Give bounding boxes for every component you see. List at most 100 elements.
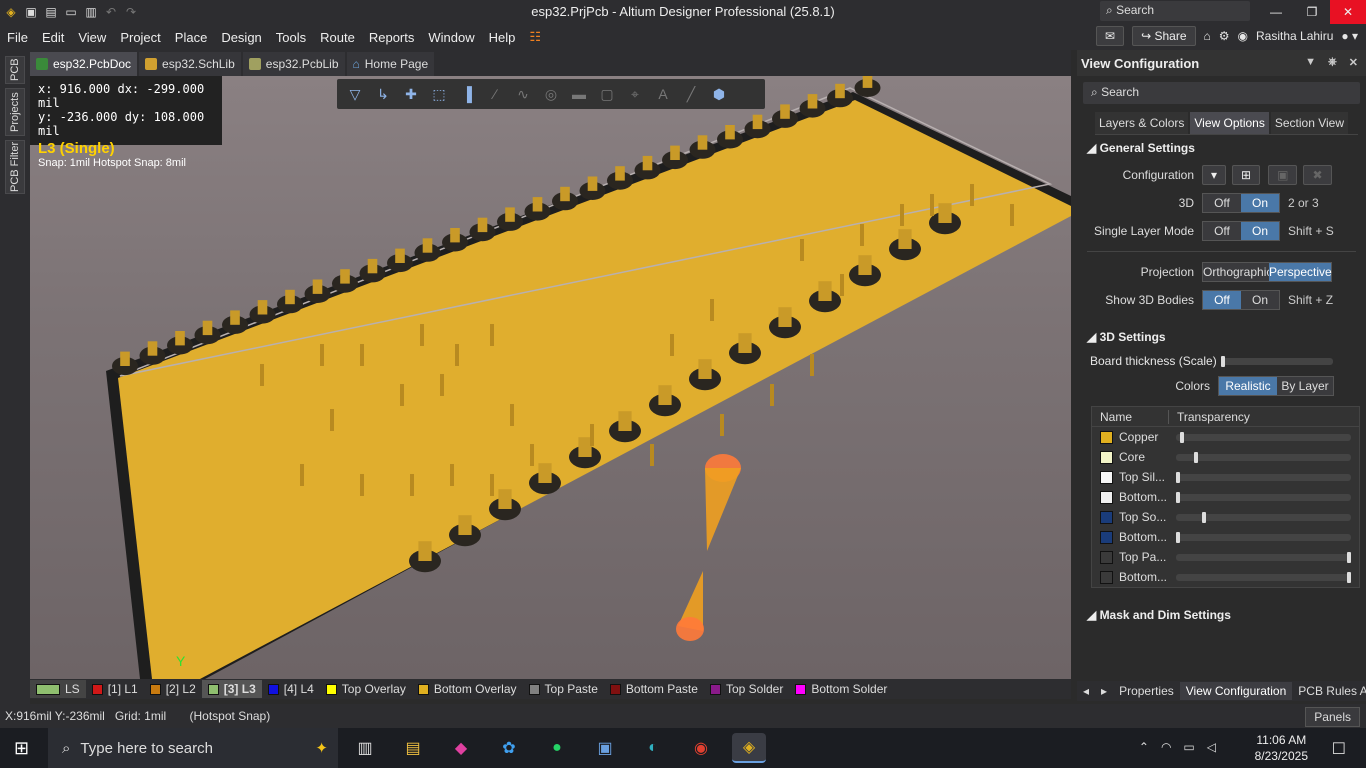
- layer-tab-5[interactable]: Top Overlay: [320, 680, 412, 698]
- taskbar-search-input[interactable]: ⌕ Type here to search ✦: [48, 728, 338, 768]
- crosshair-icon[interactable]: ✚: [399, 83, 423, 105]
- via-icon[interactable]: ◎: [539, 83, 563, 105]
- align-icon[interactable]: ▐: [455, 83, 479, 105]
- mask-dim-header[interactable]: ◢ Mask and Dim Settings: [1077, 602, 1366, 628]
- save-configuration-icon[interactable]: ▣: [1268, 165, 1298, 185]
- global-search-input[interactable]: ⌕ Search: [1100, 1, 1250, 21]
- open-folder-icon[interactable]: ▭: [64, 5, 78, 19]
- scroll-left-icon[interactable]: ◂: [1077, 682, 1095, 700]
- doc-tab-pcbdoc[interactable]: esp32.PcbDoc: [30, 52, 138, 76]
- transparency-slider[interactable]: [1176, 471, 1351, 483]
- doc-tab-home[interactable]: ⌂ Home Page: [346, 52, 435, 76]
- menu-design[interactable]: Design: [214, 30, 268, 45]
- layer-color-swatch[interactable]: [1100, 450, 1113, 464]
- slider-thumb[interactable]: [1176, 531, 1180, 543]
- side-tab-pcb-filter[interactable]: PCB Filter: [5, 140, 25, 194]
- layout-icon[interactable]: ☷: [522, 29, 548, 45]
- footer-tab-properties[interactable]: Properties: [1113, 682, 1180, 700]
- menu-edit[interactable]: Edit: [35, 30, 71, 45]
- layer-tab-10[interactable]: Bottom Solder: [789, 680, 893, 698]
- control-panel-icon[interactable]: ▣: [588, 733, 622, 763]
- single-layer-on[interactable]: On: [1241, 222, 1279, 240]
- fill-icon[interactable]: ▬: [567, 83, 591, 105]
- col-name[interactable]: Name: [1092, 410, 1168, 424]
- configuration-dropdown[interactable]: ▾: [1202, 165, 1227, 185]
- polygon-icon[interactable]: ▢: [595, 83, 619, 105]
- slider-thumb[interactable]: [1347, 551, 1351, 563]
- layer-color-swatch[interactable]: [1100, 510, 1113, 524]
- layer-tab-1[interactable]: [1] L1: [86, 680, 144, 698]
- slider-thumb[interactable]: [1179, 431, 1184, 443]
- arc-icon[interactable]: ∿: [511, 83, 535, 105]
- show-3d-on[interactable]: On: [1241, 291, 1279, 309]
- slider-thumb[interactable]: [1347, 571, 1351, 583]
- transparency-slider[interactable]: [1176, 551, 1351, 563]
- footer-tab-view-configuration[interactable]: View Configuration: [1179, 682, 1293, 700]
- select-rectangle-icon[interactable]: ⬚: [427, 83, 451, 105]
- general-settings-header[interactable]: ◢ General Settings: [1077, 135, 1366, 161]
- pin-icon[interactable]: ⎈: [1328, 56, 1337, 69]
- share-button[interactable]: ↪ Share: [1132, 26, 1196, 46]
- layer-tab-0[interactable]: LS: [30, 680, 86, 698]
- microsoft365-icon[interactable]: ◆: [444, 733, 478, 763]
- volume-icon[interactable]: ◁: [1207, 740, 1216, 754]
- network-icon[interactable]: ◠: [1161, 740, 1171, 754]
- layer-tab-6[interactable]: Bottom Overlay: [412, 680, 523, 698]
- colors-realistic[interactable]: Realistic: [1219, 377, 1277, 395]
- layer-tab-3[interactable]: [3] L3: [201, 680, 262, 698]
- chevron-up-icon[interactable]: ⌃: [1139, 740, 1149, 754]
- notification-center-icon[interactable]: ☐: [1332, 739, 1346, 759]
- 3d-body-icon[interactable]: ⬢: [707, 83, 731, 105]
- layer-color-swatch[interactable]: [1100, 550, 1113, 564]
- projection-orthographic[interactable]: Orthographic: [1203, 263, 1269, 281]
- task-view-icon[interactable]: ▥: [348, 733, 382, 763]
- track-icon[interactable]: ∕: [483, 83, 507, 105]
- whatsapp-icon[interactable]: ●: [540, 733, 574, 763]
- menu-file[interactable]: File: [0, 30, 35, 45]
- menu-project[interactable]: Project: [113, 30, 167, 45]
- altium-taskbar-icon[interactable]: ◈: [732, 733, 766, 763]
- clock[interactable]: 11:06 AM 8/23/2025: [1255, 732, 1308, 764]
- menu-place[interactable]: Place: [168, 30, 215, 45]
- redo-icon[interactable]: ↷: [124, 5, 138, 19]
- windows-start-icon[interactable]: ⊞: [14, 738, 29, 759]
- close-panel-icon[interactable]: ✕: [1349, 56, 1358, 69]
- side-tab-projects[interactable]: Projects: [5, 88, 25, 136]
- table-row[interactable]: Copper: [1092, 427, 1359, 447]
- col-transparency[interactable]: Transparency: [1168, 409, 1359, 424]
- projection-toggle[interactable]: Orthographic Perspective: [1202, 262, 1332, 282]
- minimize-button[interactable]: —: [1258, 0, 1294, 24]
- table-row[interactable]: Top So...: [1092, 507, 1359, 527]
- table-row[interactable]: Bottom...: [1092, 487, 1359, 507]
- table-row[interactable]: Core: [1092, 447, 1359, 467]
- menu-tools[interactable]: Tools: [269, 30, 313, 45]
- layer-tab-7[interactable]: Top Paste: [523, 680, 604, 698]
- menu-help[interactable]: Help: [482, 30, 523, 45]
- gear-icon[interactable]: ⚙: [1219, 29, 1230, 43]
- slider-thumb[interactable]: [1202, 511, 1207, 523]
- layer-color-swatch[interactable]: [1100, 490, 1113, 504]
- menu-route[interactable]: Route: [313, 30, 362, 45]
- home-icon[interactable]: ⌂: [1204, 29, 1211, 43]
- side-tab-pcb[interactable]: PCB: [5, 56, 25, 84]
- restore-button[interactable]: ❐: [1294, 0, 1330, 24]
- table-row[interactable]: Top Sil...: [1092, 467, 1359, 487]
- chrome-icon[interactable]: ◉: [684, 733, 718, 763]
- layer-tab-4[interactable]: [4] L4: [262, 680, 320, 698]
- colors-by-layer[interactable]: By Layer: [1277, 377, 1333, 395]
- edge-icon[interactable]: ◐: [636, 733, 670, 763]
- account-icon[interactable]: ● ▾: [1341, 29, 1358, 43]
- transparency-slider[interactable]: [1176, 571, 1351, 583]
- table-row[interactable]: Bottom...: [1092, 527, 1359, 547]
- file-explorer-icon[interactable]: ▤: [396, 733, 430, 763]
- table-row[interactable]: Bottom...: [1092, 567, 1359, 587]
- add-configuration-icon[interactable]: ⊞: [1232, 165, 1261, 185]
- menu-view[interactable]: View: [71, 30, 113, 45]
- tab-view-options[interactable]: View Options: [1190, 112, 1269, 134]
- layer-tab-8[interactable]: Bottom Paste: [604, 680, 704, 698]
- layer-color-swatch[interactable]: [1100, 530, 1113, 544]
- save-all-icon[interactable]: ▤: [44, 5, 58, 19]
- single-layer-toggle[interactable]: Off On: [1202, 221, 1280, 241]
- tab-section-view[interactable]: Section View: [1270, 112, 1349, 134]
- doc-tab-pcblib[interactable]: esp32.PcbLib: [242, 52, 345, 76]
